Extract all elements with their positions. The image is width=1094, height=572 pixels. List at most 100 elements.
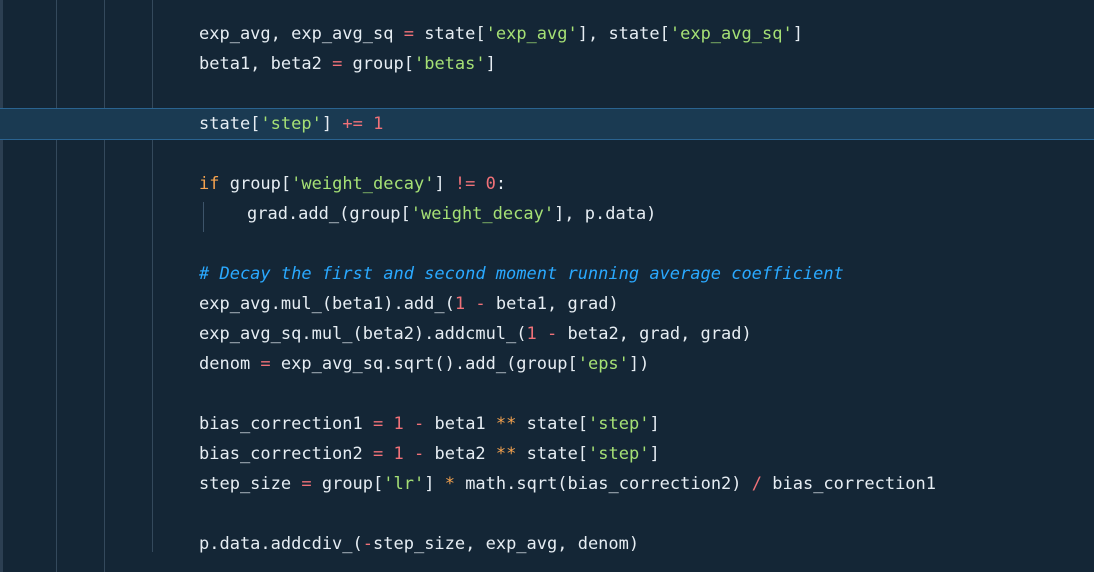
- code-token: state[: [516, 444, 589, 464]
- code-token: ]: [321, 114, 343, 134]
- code-token: state[: [516, 414, 589, 434]
- code-token: =: [373, 444, 384, 464]
- code-token: 'lr': [383, 474, 425, 494]
- code-token: group[: [342, 54, 414, 74]
- code-token: 'step': [588, 414, 650, 434]
- code-token: step_size, exp_avg, denom): [373, 534, 640, 554]
- code-line[interactable]: [0, 228, 1094, 260]
- code-token: 'weight_decay': [291, 174, 435, 194]
- code-token: 1: [393, 444, 404, 464]
- code-token: 'step': [588, 444, 650, 464]
- code-token: math.sqrt(bias_correction2): [454, 474, 752, 494]
- code-token: +=: [342, 114, 363, 134]
- code-line[interactable]: p.data.addcdiv_(-step_size, exp_avg, den…: [0, 528, 1094, 560]
- code-token: 1: [454, 294, 466, 314]
- code-text: exp_avg_sq.mul_(beta2).addcmul_(1 - beta…: [199, 318, 752, 350]
- code-token: ]: [649, 414, 660, 434]
- code-token: beta1: [424, 414, 496, 434]
- code-token: ]): [628, 354, 650, 374]
- code-token: group[: [219, 174, 292, 194]
- code-token: **: [495, 414, 517, 434]
- code-line[interactable]: bias_correction1 = 1 - beta1 ** state['s…: [0, 408, 1094, 440]
- code-line[interactable]: step_size = group['lr'] * math.sqrt(bias…: [0, 468, 1094, 500]
- code-token: 1: [393, 414, 404, 434]
- code-token: 'weight_decay': [410, 204, 555, 224]
- code-token: =: [403, 24, 414, 44]
- code-text: # Decay the first and second moment runn…: [199, 258, 844, 290]
- code-token: =: [260, 354, 271, 374]
- code-line[interactable]: exp_avg.mul_(beta1).add_(1 - beta1, grad…: [0, 288, 1094, 320]
- code-text: denom = exp_avg_sq.sqrt().add_(group['ep…: [199, 348, 649, 380]
- code-line[interactable]: if group['weight_decay'] != 0:: [0, 168, 1094, 200]
- code-token: =: [301, 474, 312, 494]
- code-token: p.data.addcdiv_(: [199, 534, 363, 554]
- code-token: =: [373, 414, 384, 434]
- code-token: bias_correction1: [762, 474, 937, 494]
- code-token: =: [332, 54, 343, 74]
- code-text: state['step'] += 1: [199, 109, 383, 139]
- code-line[interactable]: exp_avg_sq.mul_(beta2).addcmul_(1 - beta…: [0, 318, 1094, 350]
- code-token: # Decay the first and second moment runn…: [199, 264, 844, 284]
- code-token: exp_avg, exp_avg_sq: [199, 24, 404, 44]
- code-token: -: [362, 534, 374, 554]
- code-line[interactable]: bias_correction2 = 1 - beta2 ** state['s…: [0, 438, 1094, 470]
- code-token: state[: [413, 24, 486, 44]
- code-token: ]: [424, 474, 445, 494]
- code-token: -: [475, 294, 486, 314]
- code-token: bias_correction2: [199, 444, 373, 464]
- code-token: 'exp_avg_sq': [669, 24, 793, 44]
- code-token: beta2, grad, grad): [557, 324, 752, 344]
- code-line[interactable]: denom = exp_avg_sq.sqrt().add_(group['ep…: [0, 348, 1094, 380]
- code-token: :: [495, 174, 507, 194]
- code-editor[interactable]: exp_avg, exp_avg_sq = state['exp_avg'], …: [0, 0, 1094, 572]
- code-token: **: [495, 444, 517, 464]
- code-line[interactable]: # Decay the first and second moment runn…: [0, 258, 1094, 290]
- code-token: 1: [373, 114, 384, 134]
- code-line-active[interactable]: state['step'] += 1: [0, 108, 1094, 140]
- code-line[interactable]: exp_avg, exp_avg_sq = state['exp_avg'], …: [0, 18, 1094, 50]
- code-token: beta2: [424, 444, 496, 464]
- code-token: if: [199, 174, 220, 194]
- code-token: -: [414, 444, 425, 464]
- code-token: 'betas': [413, 54, 486, 74]
- code-text: grad.add_(group['weight_decay'], p.data): [247, 198, 656, 230]
- code-token: ]: [485, 54, 496, 74]
- code-line[interactable]: [0, 378, 1094, 410]
- code-token: ], state[: [577, 24, 670, 44]
- code-token: exp_avg_sq.mul_(beta2).addcmul_(: [199, 324, 527, 344]
- code-line[interactable]: [0, 498, 1094, 530]
- code-line[interactable]: beta1, beta2 = group['betas']: [0, 48, 1094, 80]
- code-text: if group['weight_decay'] != 0:: [199, 168, 506, 200]
- code-token: ]: [792, 24, 803, 44]
- code-text: bias_correction2 = 1 - beta2 ** state['s…: [199, 438, 660, 470]
- code-line[interactable]: [0, 138, 1094, 170]
- code-token: denom: [199, 354, 261, 374]
- code-token: group[: [311, 474, 384, 494]
- code-text: exp_avg, exp_avg_sq = state['exp_avg'], …: [199, 18, 803, 50]
- code-token: /: [751, 474, 763, 494]
- code-token: 0: [485, 174, 496, 194]
- code-token: exp_avg.mul_(beta1).add_(: [199, 294, 455, 314]
- code-token: 'exp_avg': [485, 24, 578, 44]
- code-text: p.data.addcdiv_(-step_size, exp_avg, den…: [199, 528, 639, 560]
- code-token: -: [414, 414, 425, 434]
- code-token: 'eps': [577, 354, 629, 374]
- code-token: 'step': [260, 114, 322, 134]
- code-token: beta1, beta2: [199, 54, 333, 74]
- code-line[interactable]: [0, 78, 1094, 110]
- code-line[interactable]: grad.add_(group['weight_decay'], p.data): [0, 198, 1094, 230]
- code-token: exp_avg_sq.sqrt().add_(group[: [270, 354, 578, 374]
- code-token: -: [547, 324, 558, 344]
- code-token: state[: [199, 114, 261, 134]
- code-token: bias_correction1: [199, 414, 373, 434]
- code-token: step_size: [199, 474, 302, 494]
- code-token: beta1, grad): [485, 294, 619, 314]
- code-text: beta1, beta2 = group['betas']: [199, 48, 496, 80]
- code-token: *: [444, 474, 455, 494]
